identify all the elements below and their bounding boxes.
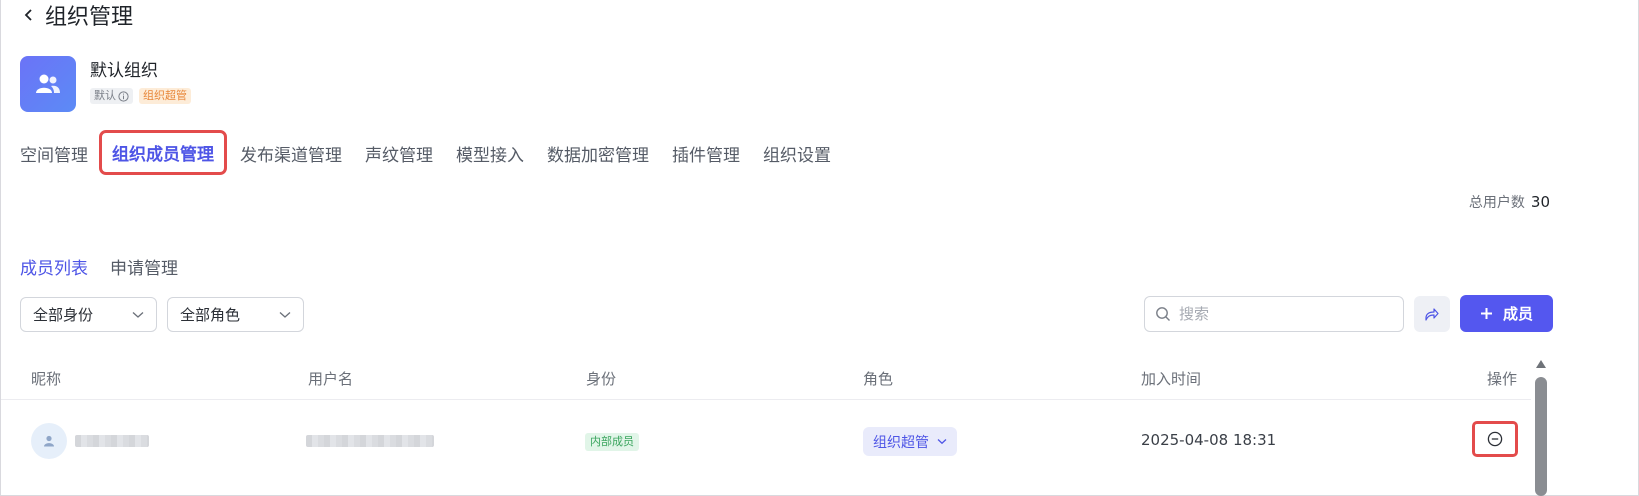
info-icon[interactable] xyxy=(118,90,129,102)
column-nickname: 昵称 xyxy=(31,370,62,388)
total-users-label: 总用户数 xyxy=(1468,195,1525,211)
tab-plugins[interactable]: 插件管理 xyxy=(672,141,740,166)
scrollbar[interactable] xyxy=(1533,360,1549,496)
role-filter-value: 全部角色 xyxy=(180,306,241,324)
remove-member-button[interactable] xyxy=(1472,421,1518,457)
scrollbar-thumb[interactable] xyxy=(1535,377,1547,496)
chevron-down-icon xyxy=(132,311,144,318)
default-badge-label: 默认 xyxy=(94,89,116,102)
tab-publish-channels[interactable]: 发布渠道管理 xyxy=(240,141,342,166)
add-member-label: 成员 xyxy=(1502,305,1533,323)
default-badge: 默认 xyxy=(90,88,133,104)
admin-badge: 组织超管 xyxy=(139,88,191,104)
identity-filter-value: 全部身份 xyxy=(33,306,94,324)
app-frame: 组织管理 默认组织 默认 组织超管 空间管理 组织成员管理 发布渠道管理 声纹管… xyxy=(0,0,1639,496)
export-button[interactable] xyxy=(1414,296,1450,332)
tab-data-encryption[interactable]: 数据加密管理 xyxy=(547,141,649,166)
filters: 全部身份 全部角色 xyxy=(20,297,304,332)
org-avatar xyxy=(20,56,76,112)
nickname-redacted xyxy=(75,435,149,447)
role-value: 组织超管 xyxy=(873,434,929,451)
role-filter[interactable]: 全部角色 xyxy=(167,297,304,332)
org-card: 默认组织 默认 组织超管 xyxy=(20,56,191,112)
sub-tabs: 成员列表 申请管理 xyxy=(20,254,178,279)
users-icon xyxy=(36,74,60,93)
join-time: 2025-04-08 18:31 xyxy=(1141,431,1277,449)
plus-icon xyxy=(1480,308,1492,319)
search-icon xyxy=(1156,307,1170,321)
column-join-time: 加入时间 xyxy=(1141,370,1202,388)
username-redacted xyxy=(306,435,434,447)
avatar xyxy=(31,423,67,459)
scroll-up-icon[interactable] xyxy=(1536,360,1546,368)
user-icon xyxy=(44,435,54,447)
column-identity: 身份 xyxy=(586,370,617,388)
table-header: 昵称 用户名 身份 角色 加入时间 操作 xyxy=(1,360,1531,400)
chevron-down-icon xyxy=(937,439,947,445)
search-input[interactable] xyxy=(1179,305,1379,323)
tab-voiceprint[interactable]: 声纹管理 xyxy=(365,141,433,166)
search-box[interactable] xyxy=(1144,296,1404,332)
page-header: 组织管理 xyxy=(23,0,133,30)
add-member-button[interactable]: 成员 xyxy=(1460,295,1553,332)
column-role: 角色 xyxy=(863,370,894,388)
share-icon xyxy=(1425,308,1439,321)
identity-filter[interactable]: 全部身份 xyxy=(20,297,157,332)
column-actions: 操作 xyxy=(1487,370,1518,388)
minus-circle-icon xyxy=(1487,431,1503,447)
subtab-member-list[interactable]: 成员列表 xyxy=(20,254,88,279)
subtab-applications[interactable]: 申请管理 xyxy=(110,254,178,279)
chevron-left-icon[interactable] xyxy=(23,9,35,21)
tab-org-settings[interactable]: 组织设置 xyxy=(763,141,831,166)
page-title: 组织管理 xyxy=(45,5,134,30)
tab-org-members[interactable]: 组织成员管理 xyxy=(99,129,227,175)
total-users: 总用户数 30 xyxy=(1469,192,1550,212)
chevron-down-icon xyxy=(279,311,291,318)
main-tabs: 空间管理 组织成员管理 发布渠道管理 声纹管理 模型接入 数据加密管理 插件管理… xyxy=(20,129,854,175)
table-row: 内部成员 组织超管 2025-04-08 18:31 xyxy=(1,401,1531,479)
org-name: 默认组织 xyxy=(90,61,158,81)
identity-tag: 内部成员 xyxy=(585,433,639,451)
role-select[interactable]: 组织超管 xyxy=(863,427,957,456)
tab-space-management[interactable]: 空间管理 xyxy=(20,141,88,166)
column-username: 用户名 xyxy=(308,370,354,388)
tab-model-access[interactable]: 模型接入 xyxy=(456,141,524,166)
total-users-count: 30 xyxy=(1530,193,1550,211)
